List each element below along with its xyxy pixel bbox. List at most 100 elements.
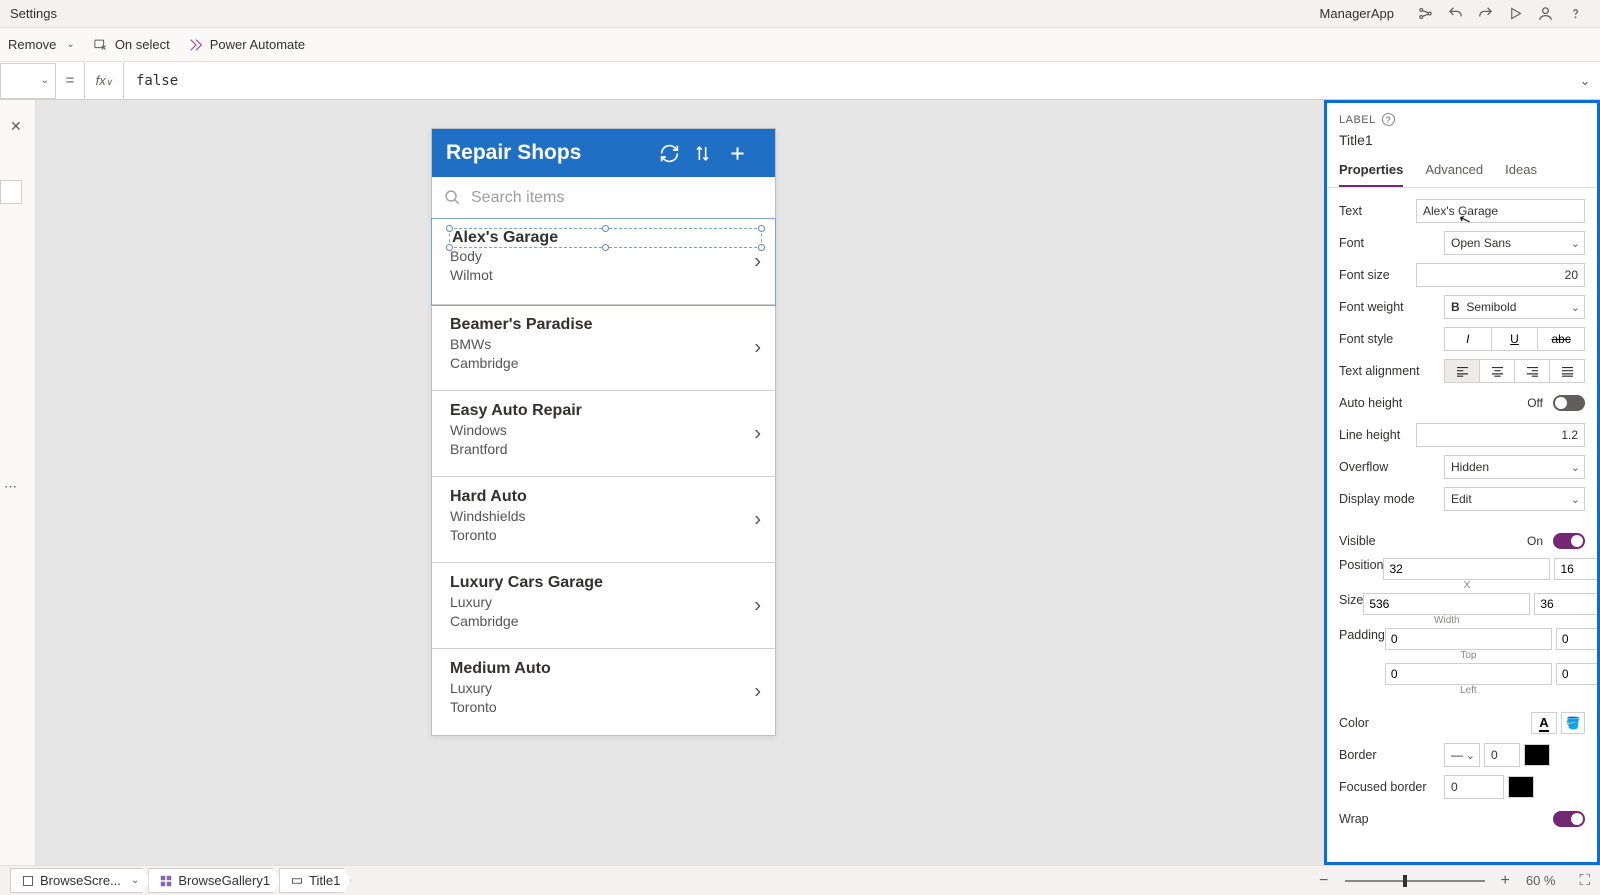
prop-label-autoheight: Auto height xyxy=(1339,396,1444,410)
list-item[interactable]: Luxury Cars Garage Luxury Cambridge › xyxy=(432,563,775,649)
font-color-button[interactable]: A xyxy=(1531,712,1557,734)
chevron-right-icon[interactable]: › xyxy=(754,594,761,617)
tab-advanced[interactable]: Advanced xyxy=(1425,162,1483,187)
chevron-right-icon[interactable]: › xyxy=(754,422,761,445)
padding-top-input[interactable] xyxy=(1385,628,1552,650)
list-item[interactable]: Medium Auto Luxury Toronto › xyxy=(432,649,775,735)
padding-bottom-input[interactable] xyxy=(1556,628,1597,650)
zoom-in-button[interactable]: + xyxy=(1495,872,1516,890)
prop-label-displaymode: Display mode xyxy=(1339,492,1444,506)
align-left-button[interactable] xyxy=(1444,359,1479,383)
prop-label-position: Position xyxy=(1339,558,1383,572)
item-subtitle: Luxury xyxy=(450,593,761,612)
focused-border-input[interactable] xyxy=(1444,775,1504,799)
zoom-out-button[interactable]: − xyxy=(1313,872,1334,890)
close-icon[interactable]: ✕ xyxy=(10,118,22,135)
tree-stub[interactable] xyxy=(0,180,22,204)
line-height-input[interactable] xyxy=(1416,423,1585,447)
user-icon[interactable] xyxy=(1530,1,1560,27)
item-subtitle2: Cambridge xyxy=(450,612,761,631)
remove-button[interactable]: Remove ⌄ xyxy=(8,37,75,52)
prop-label-wrap: Wrap xyxy=(1339,812,1444,826)
refresh-icon[interactable] xyxy=(659,143,693,164)
prop-label-border: Border xyxy=(1339,748,1444,762)
underline-button[interactable]: U xyxy=(1491,327,1538,351)
expand-formula-icon[interactable]: ⌄ xyxy=(1570,73,1600,89)
canvas[interactable]: Repair Shops Search items Al xyxy=(36,100,1324,865)
list-item[interactable]: Easy Auto Repair Windows Brantford › xyxy=(432,391,775,477)
prop-label-fontstyle: Font style xyxy=(1339,332,1444,346)
tab-properties[interactable]: Properties xyxy=(1339,162,1403,187)
align-center-button[interactable] xyxy=(1479,359,1514,383)
prop-label-fontsize: Font size xyxy=(1339,268,1416,282)
prop-label-overflow: Overflow xyxy=(1339,460,1444,474)
font-select[interactable]: Open Sans xyxy=(1444,231,1585,255)
props-tabs: Properties Advanced Ideas xyxy=(1327,152,1597,188)
display-mode-select[interactable]: Edit xyxy=(1444,487,1585,511)
strikethrough-button[interactable]: abc xyxy=(1537,327,1585,351)
breadcrumb-gallery[interactable]: BrowseGallery1 xyxy=(148,868,281,893)
font-size-input[interactable] xyxy=(1416,263,1585,287)
list-item[interactable]: Hard Auto Windshields Toronto › xyxy=(432,477,775,563)
undo-icon[interactable] xyxy=(1440,1,1470,27)
list-item[interactable]: Alex's Garage Body Wilmot › xyxy=(432,219,775,305)
ribbon-bar: Remove ⌄ On select Power Automate xyxy=(0,28,1600,62)
fill-color-button[interactable]: 🪣 xyxy=(1561,712,1585,734)
formula-input[interactable] xyxy=(124,63,1570,99)
breadcrumb-control[interactable]: Title1 xyxy=(279,868,351,893)
prop-label-color: Color xyxy=(1339,716,1444,730)
help-icon[interactable] xyxy=(1560,1,1590,27)
position-x-input[interactable] xyxy=(1383,558,1550,580)
border-color-button[interactable] xyxy=(1524,744,1550,766)
italic-button[interactable]: I xyxy=(1444,327,1491,351)
overflow-select[interactable]: Hidden xyxy=(1444,455,1585,479)
position-y-input[interactable] xyxy=(1554,558,1597,580)
zoom-slider[interactable] xyxy=(1345,880,1485,882)
align-right-button[interactable] xyxy=(1514,359,1549,383)
search-placeholder: Search items xyxy=(471,189,564,207)
list-item[interactable]: Beamer's Paradise BMWs Cambridge › xyxy=(432,305,775,391)
item-subtitle2: Toronto xyxy=(450,698,761,717)
focused-border-color-button[interactable] xyxy=(1508,776,1534,798)
item-title-selected[interactable]: Alex's Garage xyxy=(450,229,761,247)
size-height-input[interactable] xyxy=(1534,593,1597,615)
text-input[interactable] xyxy=(1416,199,1585,223)
item-subtitle: BMWs xyxy=(450,335,761,354)
power-automate-button[interactable]: Power Automate xyxy=(188,37,305,53)
padding-left-input[interactable] xyxy=(1385,663,1552,685)
more-icon[interactable]: ⋯ xyxy=(4,479,19,495)
add-icon[interactable] xyxy=(727,143,761,164)
prop-label-fontweight: Font weight xyxy=(1339,300,1444,314)
equals-sign: = xyxy=(56,72,84,89)
border-width-input[interactable] xyxy=(1484,743,1520,767)
play-icon[interactable] xyxy=(1500,1,1530,27)
auto-height-toggle[interactable] xyxy=(1553,395,1585,411)
title-bar: Settings ManagerApp xyxy=(0,0,1600,28)
tab-ideas[interactable]: Ideas xyxy=(1505,162,1537,187)
fx-button[interactable]: fx∨ xyxy=(84,63,124,99)
item-subtitle2: Brantford xyxy=(450,440,761,459)
border-style-select[interactable]: — xyxy=(1444,743,1480,767)
redo-icon[interactable] xyxy=(1470,1,1500,27)
app-preview: Repair Shops Search items Al xyxy=(431,128,776,736)
search-bar[interactable]: Search items xyxy=(432,177,775,219)
breadcrumb-screen[interactable]: BrowseScre... ⌄ xyxy=(10,868,150,893)
share-icon[interactable] xyxy=(1410,1,1440,27)
help-icon[interactable]: ? xyxy=(1382,113,1395,126)
padding-right-input[interactable] xyxy=(1556,663,1597,685)
chevron-right-icon[interactable]: › xyxy=(754,336,761,359)
property-selector[interactable]: ⌄ xyxy=(0,63,56,99)
font-weight-select[interactable]: B Semibold xyxy=(1444,295,1585,319)
chevron-right-icon[interactable]: › xyxy=(754,681,761,704)
visible-toggle[interactable] xyxy=(1553,533,1585,549)
on-select-icon xyxy=(93,37,109,53)
on-select-button[interactable]: On select xyxy=(93,37,170,53)
align-justify-button[interactable] xyxy=(1549,359,1585,383)
fit-screen-icon[interactable]: ⛶ xyxy=(1579,872,1590,889)
chevron-right-icon[interactable]: › xyxy=(754,250,761,273)
chevron-right-icon[interactable]: › xyxy=(754,508,761,531)
wrap-toggle[interactable] xyxy=(1553,811,1585,827)
prop-label-focused-border: Focused border xyxy=(1339,780,1444,794)
size-width-input[interactable] xyxy=(1363,593,1530,615)
sort-icon[interactable] xyxy=(693,144,727,163)
